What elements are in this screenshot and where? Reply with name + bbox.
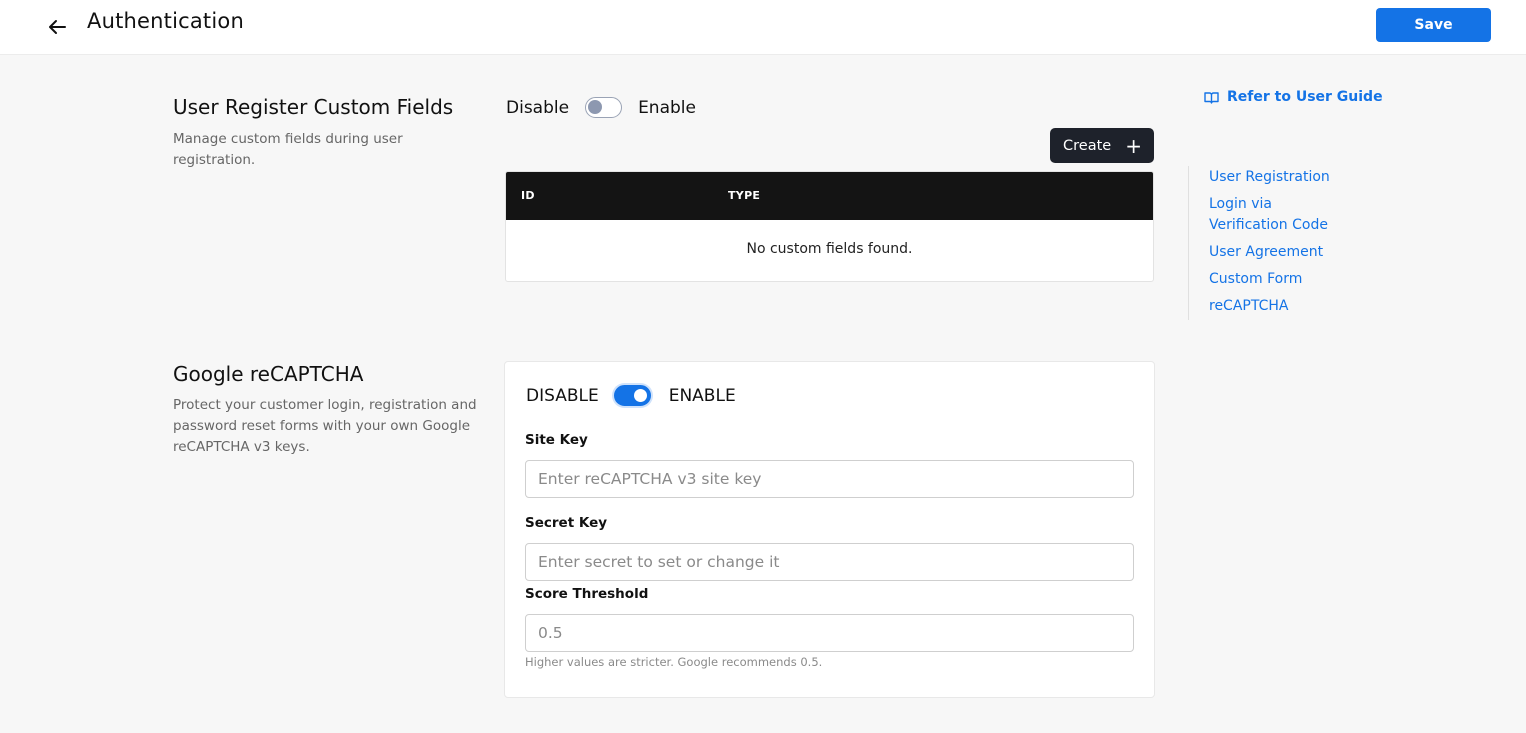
toc-item-recaptcha[interactable]: reCAPTCHA [1209, 296, 1288, 317]
column-header-type: TYPE [728, 189, 761, 202]
create-button-label: Create [1063, 137, 1112, 154]
custom-fields-description: Manage custom fields during user registr… [173, 131, 403, 168]
create-button[interactable]: Create + [1050, 128, 1154, 163]
toggle-knob [633, 389, 647, 402]
secret-key-input[interactable] [525, 543, 1134, 581]
disable-label: DISABLE [526, 385, 599, 406]
toc-item-login-verification-code[interactable]: Login via Verification Code [1209, 194, 1349, 236]
back-arrow-icon[interactable] [44, 14, 70, 40]
custom-fields-table: ID TYPE No custom fields found. [505, 171, 1154, 282]
table-header: ID TYPE [506, 172, 1153, 220]
toc-item-custom-form[interactable]: Custom Form [1209, 269, 1302, 290]
recaptcha-description: Protect your customer login, registratio… [173, 397, 477, 455]
enable-label: ENABLE [668, 385, 736, 406]
recaptcha-title: Google reCAPTCHA [173, 362, 364, 386]
table-of-contents: User Registration Login via Verification… [1188, 166, 1368, 320]
custom-fields-title: User Register Custom Fields [173, 95, 454, 119]
secret-key-label: Secret Key [525, 515, 608, 531]
enable-label: Enable [638, 97, 696, 118]
top-bar: Authentication Save [0, 0, 1526, 55]
table-empty-message: No custom fields found. [746, 241, 913, 257]
toggle-knob [588, 100, 603, 114]
plus-icon: + [1125, 133, 1142, 158]
user-guide-label: Refer to User Guide [1227, 89, 1383, 105]
score-threshold-input[interactable] [525, 614, 1134, 652]
score-threshold-label: Score Threshold [525, 586, 649, 602]
recaptcha-toggle-row: DISABLE ENABLE [526, 385, 736, 406]
toc-item-user-registration[interactable]: User Registration [1209, 167, 1330, 188]
recaptcha-toggle[interactable] [613, 385, 651, 406]
user-guide-link[interactable]: Refer to User Guide [1204, 89, 1383, 105]
custom-fields-toggle-row: Disable Enable [506, 97, 696, 118]
site-key-input[interactable] [525, 460, 1134, 498]
toc-item-user-agreement[interactable]: User Agreement [1209, 242, 1323, 263]
custom-fields-toggle[interactable] [585, 97, 623, 118]
score-threshold-help: Higher values are stricter. Google recom… [525, 655, 823, 669]
save-button[interactable]: Save [1376, 8, 1491, 42]
disable-label: Disable [506, 97, 570, 118]
column-header-id: ID [521, 189, 535, 202]
site-key-label: Site Key [525, 432, 588, 448]
page-title: Authentication [87, 9, 244, 33]
book-icon [1204, 91, 1219, 104]
